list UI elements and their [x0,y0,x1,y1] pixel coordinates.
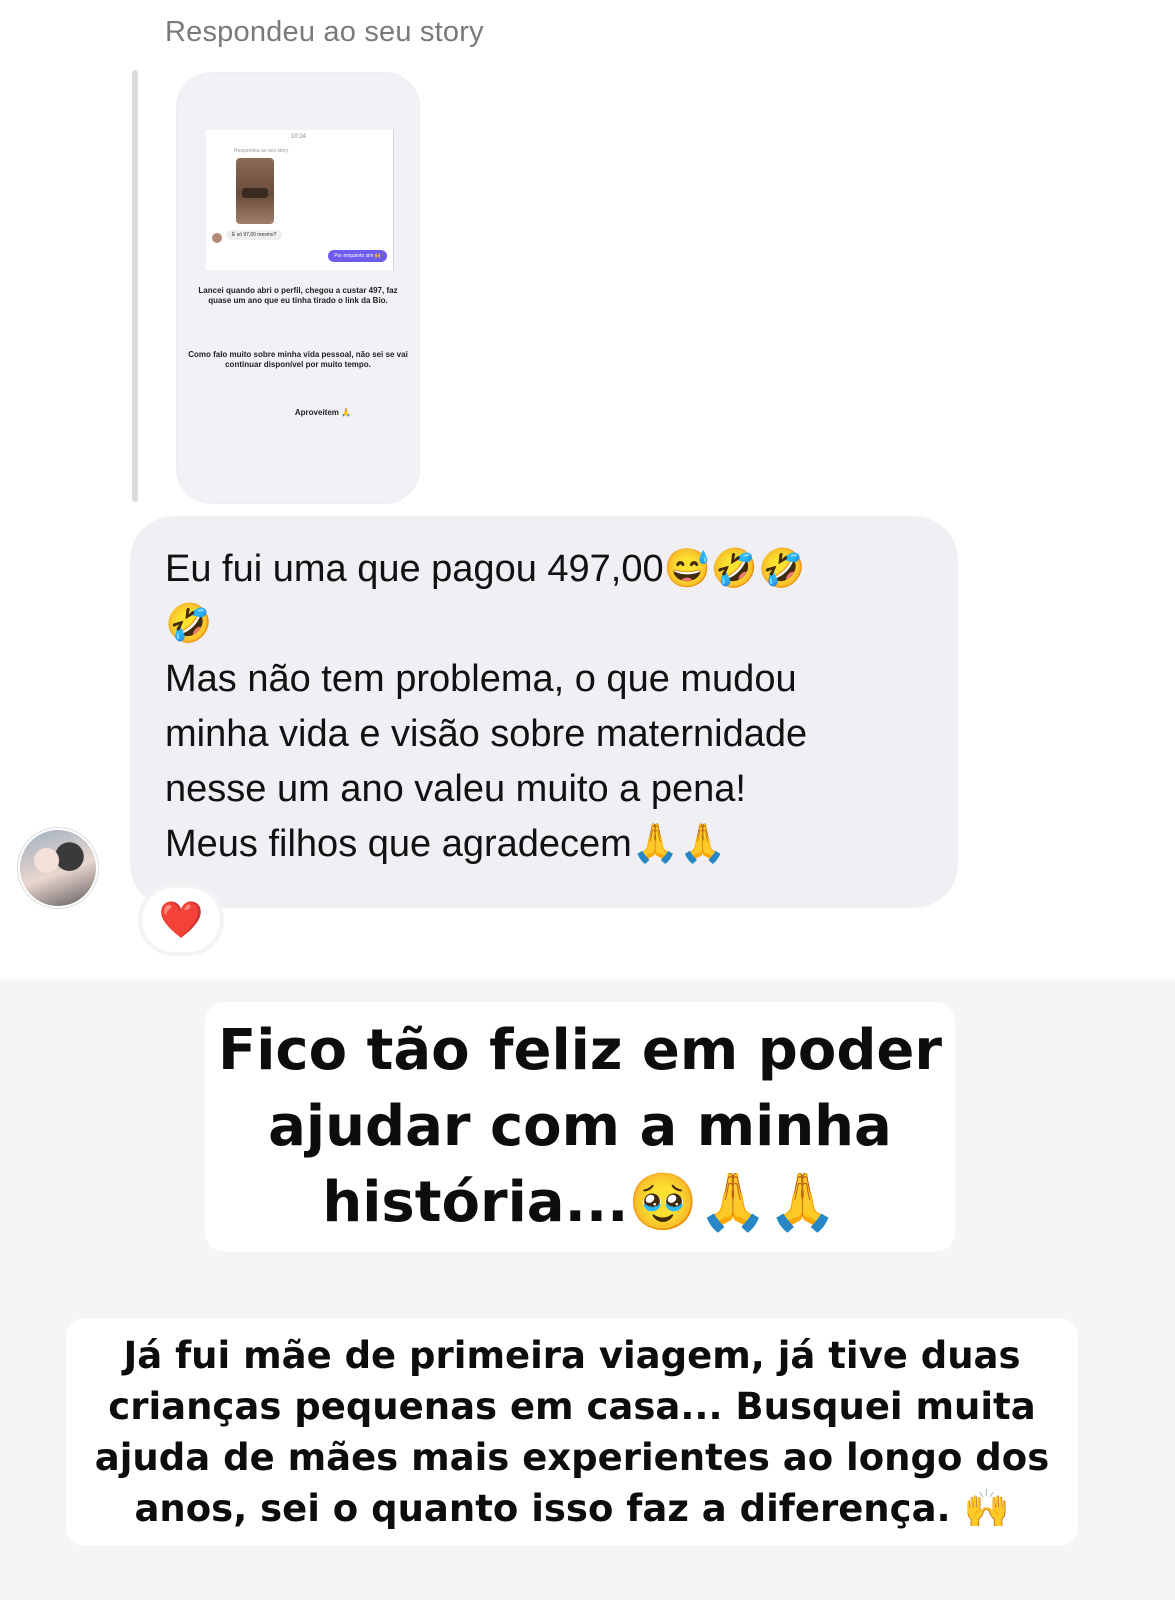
mini-left-bubble: É só 97,00 mesmo? [226,230,283,240]
sender-avatar[interactable] [20,830,96,906]
story-text-3: Aproveitem 🙏 [294,408,352,417]
story-text-2: Como falo muito sobre minha vida pessoal… [188,350,408,369]
caption-body: Já fui mãe de primeira viagem, já tive d… [66,1318,1078,1546]
story-mini-screenshot: 10:24 Respondeu ao seu story É só 97,00 … [206,130,394,270]
quote-bar [132,70,138,502]
story-text-1: Lancei quando abri o perfil, chegou a cu… [198,286,398,305]
mini-avatar [212,233,222,243]
message-bubble[interactable]: Eu fui uma que pagou 497,00😅🤣🤣 🤣 Mas não… [130,516,958,908]
mini-header: Respondeu ao seu story [234,148,289,154]
caption-headline: Fico tão feliz em poder ajudar com a min… [205,1002,955,1252]
mini-time: 10:24 [291,134,307,140]
message-text: Eu fui uma que pagou 497,00😅🤣🤣 🤣 Mas não… [165,548,808,865]
mini-right-bubble: Por enquanto sim 🙌 [328,250,387,262]
heart-reaction-icon[interactable]: ❤️ [142,888,220,952]
mini-story-photo [236,158,274,224]
story-preview-card[interactable]: 10:24 Respondeu ao seu story É só 97,00 … [176,72,420,504]
reply-header: Respondeu ao seu story [165,16,484,48]
